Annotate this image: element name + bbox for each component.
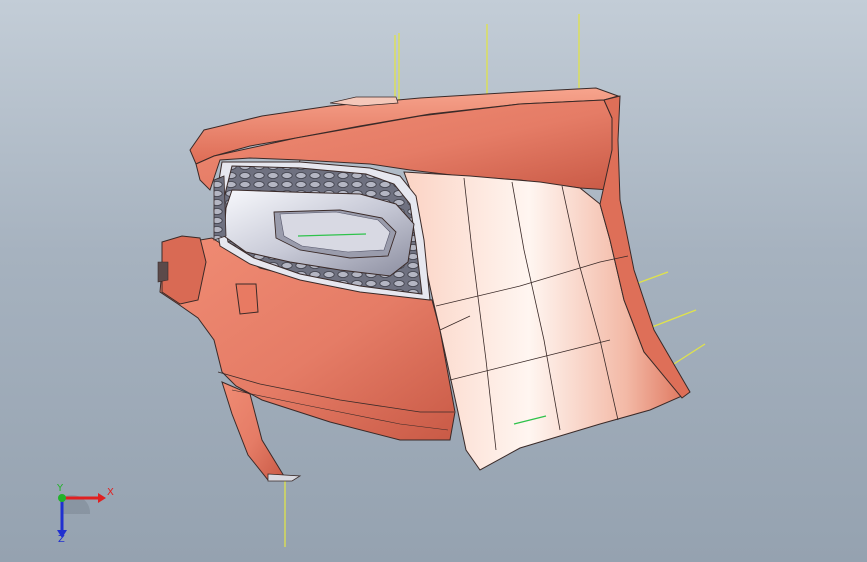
bumper-left-corner — [161, 235, 207, 305]
bumper-model[interactable] — [0, 0, 867, 562]
z-axis-label: Z — [58, 534, 65, 544]
coordinate-triad: X Y Z — [44, 478, 114, 545]
tow-hook-cover — [235, 283, 259, 315]
x-axis-label: X — [107, 487, 114, 498]
y-axis-label: Y — [56, 483, 64, 494]
y-axis-marker — [58, 494, 66, 502]
3d-viewport[interactable]: X Y Z — [0, 0, 867, 562]
